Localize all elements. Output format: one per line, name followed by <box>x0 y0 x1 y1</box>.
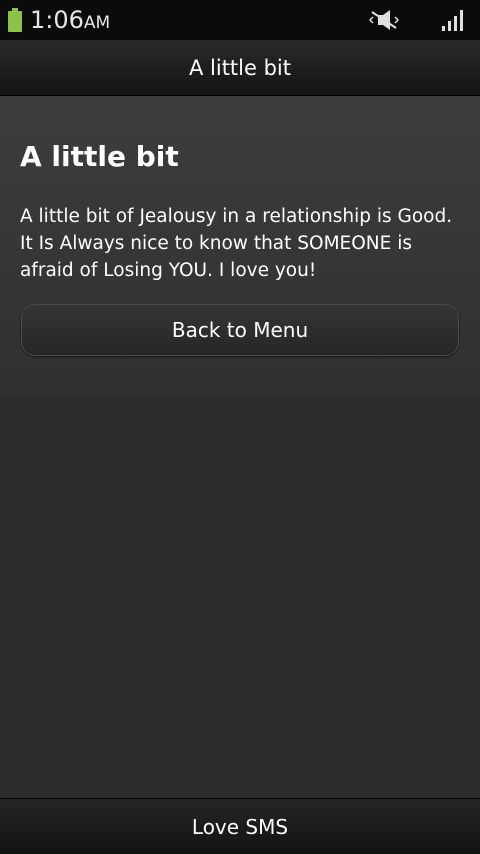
page-title: A little bit <box>188 55 291 80</box>
message-heading: A little bit <box>20 140 179 173</box>
clock-ampm: AM <box>83 13 111 33</box>
signal-icon <box>442 10 463 31</box>
back-to-menu-button[interactable]: Back to Menu <box>21 304 459 356</box>
status-bar: 1:06AM <box>0 0 480 40</box>
app-name-label: Love SMS <box>191 814 289 839</box>
bottom-bar: Love SMS <box>0 798 480 854</box>
empty-area <box>0 398 480 798</box>
message-text: A little bit of Jealousy in a relationsh… <box>20 206 453 281</box>
status-clock: 1:06AM <box>30 5 110 35</box>
battery-icon <box>8 8 22 32</box>
title-bar: A little bit <box>0 40 480 96</box>
clock-time: 1:06 <box>30 6 84 34</box>
mute-icon <box>369 10 399 30</box>
message-panel: A little bit A little bit of Jealousy in… <box>0 96 480 398</box>
